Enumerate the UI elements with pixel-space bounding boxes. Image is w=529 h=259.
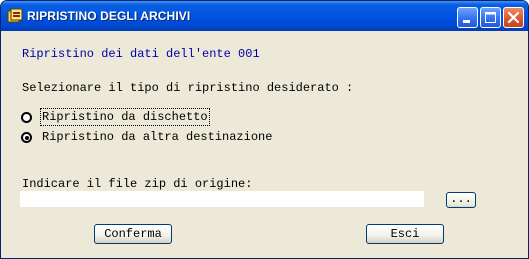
close-icon [507, 11, 520, 24]
title-bar[interactable]: RIPRISTINO DEGLI ARCHIVI [1, 1, 528, 31]
radio-floppy[interactable] [21, 112, 32, 123]
confirm-button[interactable]: Conferma [94, 224, 172, 244]
zip-file-input[interactable] [20, 191, 424, 207]
archive-app-icon[interactable] [7, 8, 23, 24]
window-title: RIPRISTINO DEGLI ARCHIVI [27, 9, 191, 23]
maximize-icon [485, 12, 496, 23]
minimize-button[interactable] [457, 7, 478, 28]
minimize-icon [463, 20, 470, 23]
exit-button[interactable]: Esci [366, 224, 444, 244]
restore-dialog-window: RIPRISTINO DEGLI ARCHIVI Ripristino dei … [0, 0, 529, 259]
dialog-body: Ripristino dei dati dell'ente 001 Selezi… [4, 31, 525, 257]
close-button[interactable] [503, 7, 524, 28]
browse-button[interactable]: ... [446, 192, 476, 208]
maximize-button[interactable] [480, 7, 501, 28]
restore-type-prompt: Selezionare il tipo di ripristino deside… [22, 81, 354, 95]
option-floppy-label[interactable]: Ripristino da dischetto [40, 108, 210, 126]
radio-other-destination[interactable] [21, 132, 32, 143]
option-other-destination-label[interactable]: Ripristino da altra destinazione [42, 130, 272, 144]
zip-file-label: Indicare il file zip di origine: [22, 177, 253, 191]
radio-selected-dot [24, 135, 29, 140]
dialog-subtitle: Ripristino dei dati dell'ente 001 [22, 47, 260, 61]
